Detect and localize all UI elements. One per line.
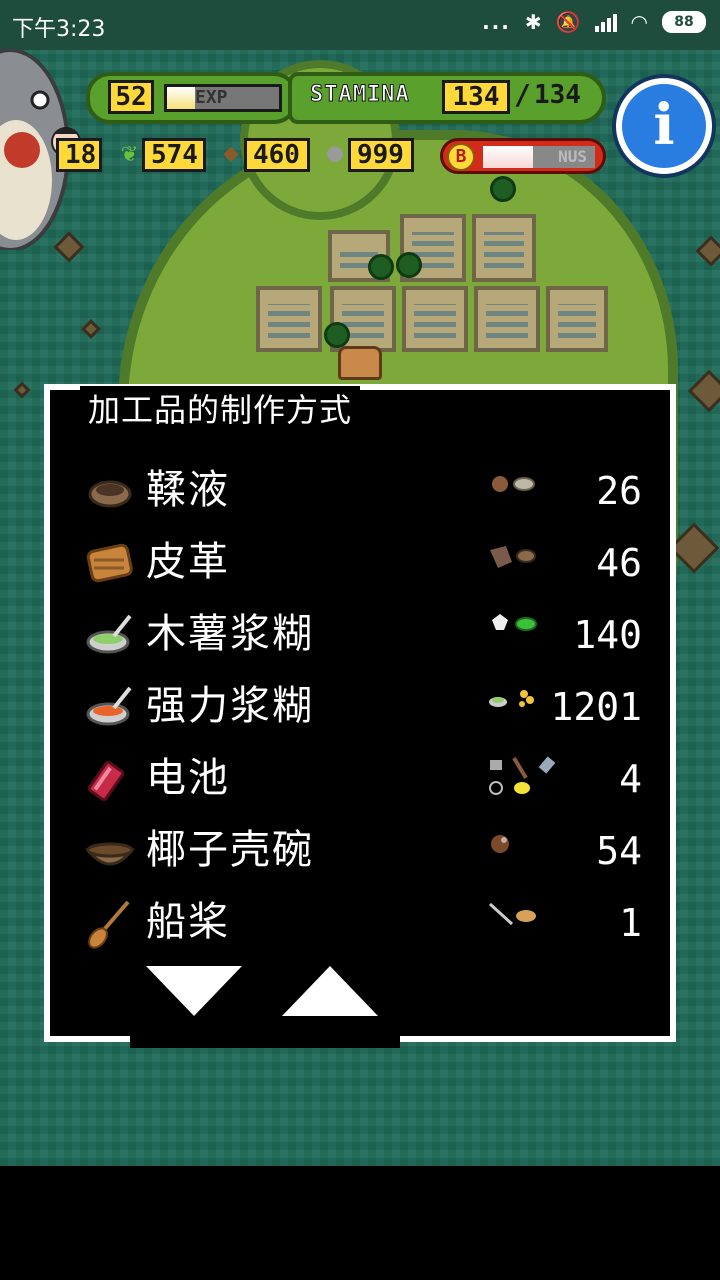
recipe-name: 强力浆糊 [146, 683, 314, 729]
mute-icon: 🔕 [555, 10, 581, 34]
stone-icon: ● [327, 138, 343, 168]
scroll-down-button[interactable] [146, 966, 242, 1016]
bonus-progress: NUS [483, 146, 595, 168]
recipe-row[interactable]: 椰子壳碗 54 [50, 818, 670, 884]
level-value: 52 [108, 80, 154, 114]
recipe-row[interactable]: 皮革 46 [50, 530, 670, 596]
building [472, 214, 536, 282]
resource-wood: 460 [244, 138, 310, 172]
stamina-label: STAMINA [310, 82, 410, 108]
recipe-name: 船桨 [146, 899, 230, 945]
stamina-separator: / [514, 78, 531, 111]
bonus-coin-icon: B [447, 143, 475, 171]
resource-wood-value: 460 [253, 140, 300, 170]
coconut-bowl-icon [84, 842, 136, 866]
crafting-recipes-dialog: 加工品的制作方式 鞣液 26 皮革 46 木薯浆糊 140 强力浆糊 1201 … [44, 384, 676, 1048]
scroll-up-button[interactable] [282, 966, 378, 1016]
tree [324, 322, 350, 348]
wifi-icon: ◠ [630, 10, 648, 34]
resource-leaves: 574 [142, 138, 206, 172]
signal-icon [594, 12, 617, 32]
recipe-name: 皮革 [146, 539, 230, 585]
recipe-name: 木薯浆糊 [146, 611, 314, 657]
recipe-materials [488, 902, 536, 926]
leather-icon [86, 543, 133, 583]
tree [368, 254, 394, 280]
oar-icon [88, 900, 130, 949]
resource-partial-value: 18 [56, 138, 102, 172]
recipe-name: 椰子壳碗 [146, 827, 314, 873]
recipe-materials [490, 546, 536, 568]
bowl-icon [88, 480, 132, 508]
strong-paste-icon [86, 686, 132, 726]
exp-bar: EXP [164, 84, 282, 112]
recipe-row[interactable]: 电池 4 [50, 746, 670, 812]
dialog-title: 加工品的制作方式 [80, 386, 361, 438]
bottom-letterbox [0, 1166, 720, 1280]
bonus-progress-fill [483, 146, 534, 168]
resource-partial-text: 18 [65, 140, 97, 170]
building [256, 286, 322, 352]
leaf-icon: ❦ [121, 138, 137, 168]
recipe-quantity: 1201 [550, 685, 642, 729]
recipe-row[interactable]: 鞣液 26 [50, 458, 670, 524]
rock [695, 235, 720, 267]
stamina-current: 134 [442, 80, 510, 114]
paste-bowl-icon [86, 614, 132, 654]
recipe-name: 电池 [146, 755, 230, 801]
status-icons: ... ✱ 🔕 ◠ 88 [482, 10, 706, 34]
building [402, 286, 468, 352]
recipe-quantity: 46 [596, 541, 642, 585]
recipe-quantity: 54 [596, 829, 642, 873]
info-button[interactable]: i [616, 78, 712, 174]
recipe-materials [492, 476, 535, 492]
building [546, 286, 608, 352]
recipe-row[interactable]: 船桨 1 [50, 890, 670, 956]
rock [81, 319, 101, 339]
resource-stone-value: 999 [357, 140, 404, 170]
bonus-bar[interactable]: B NUS [440, 138, 606, 174]
recipe-materials [492, 614, 537, 631]
bluetooth-icon: ✱ [524, 10, 542, 34]
rock [687, 369, 720, 413]
stamina-max: 134 [534, 80, 581, 110]
recipe-quantity: 26 [596, 469, 642, 513]
exp-bar-fill [167, 87, 195, 109]
rock [13, 381, 31, 399]
tree [490, 176, 516, 202]
building [474, 286, 540, 352]
status-bar: 下午3:23 ... ✱ 🔕 ◠ 88 [0, 0, 720, 50]
battery-icon [87, 761, 125, 801]
recipe-quantity: 1 [619, 901, 642, 945]
exp-label: EXP [195, 87, 228, 108]
recipe-materials [489, 756, 556, 795]
bonus-label: NUS [558, 147, 587, 166]
resource-leaves-value: 574 [151, 140, 198, 170]
resource-stone: 999 [348, 138, 414, 172]
wood-icon: ◆ [223, 138, 239, 168]
more-dots-icon: ... [482, 10, 511, 34]
recipe-name: 鞣液 [146, 467, 230, 513]
recipe-row[interactable]: 木薯浆糊 140 [50, 602, 670, 668]
recipe-quantity: 140 [573, 613, 642, 657]
recipe-quantity: 4 [619, 757, 642, 801]
dialog-border-gap [130, 1036, 400, 1048]
tree [396, 252, 422, 278]
battery-icon: 88 [662, 11, 706, 33]
player-tent[interactable] [338, 346, 382, 380]
recipe-materials [491, 835, 509, 853]
recipe-row[interactable]: 强力浆糊 1201 [50, 674, 670, 740]
